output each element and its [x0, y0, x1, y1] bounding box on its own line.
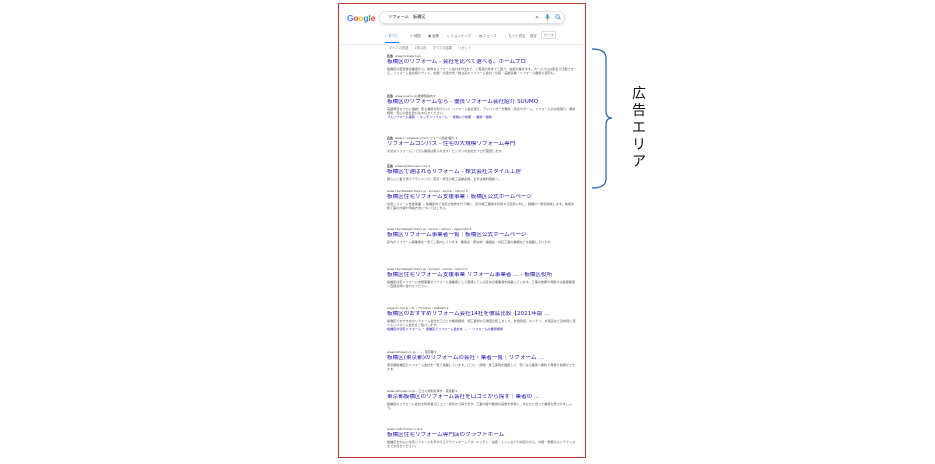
label-char: 広 [632, 86, 646, 102]
label-char: ア [632, 154, 646, 170]
label-char: リ [632, 137, 646, 153]
label-char: エ [632, 120, 646, 136]
label-char: 告 [632, 103, 646, 119]
ad-area-bracket [591, 48, 613, 189]
ad-area-label: 広 告 エ リ ア [629, 86, 649, 171]
